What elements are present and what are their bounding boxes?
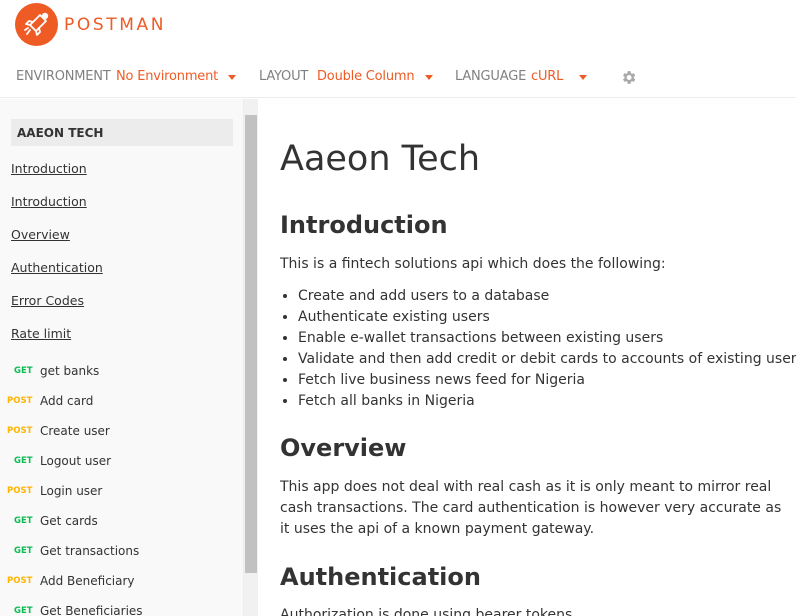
- method-badge: POST: [7, 576, 33, 586]
- chevron-down-icon[interactable]: [579, 75, 587, 80]
- list-item: Authenticate existing users: [298, 307, 796, 328]
- sidebar-link-error-codes[interactable]: Error Codes: [11, 293, 84, 308]
- language-select[interactable]: cURL: [531, 69, 563, 84]
- layout-select[interactable]: Double Column: [317, 69, 415, 84]
- sidebar: AAEON TECH Introduction Introduction Ove…: [0, 99, 244, 616]
- toolbar: ENVIRONMENT No Environment LAYOUT Double…: [0, 69, 796, 87]
- section-heading-authentication: Authentication: [280, 563, 481, 591]
- list-item: Fetch live business news feed for Nigeri…: [298, 370, 796, 391]
- request-name: Get transactions: [40, 544, 140, 558]
- environment-label: ENVIRONMENT: [16, 69, 111, 84]
- request-name: Get Beneficiaries: [40, 604, 143, 616]
- list-item: Enable e-wallet transactions between exi…: [298, 328, 796, 349]
- method-badge: GET: [14, 366, 33, 376]
- sidebar-link-introduction-2[interactable]: Introduction: [11, 194, 87, 209]
- list-item: Create and add users to a database: [298, 286, 796, 307]
- collection-title[interactable]: AAEON TECH: [11, 119, 233, 146]
- section-heading-overview: Overview: [280, 434, 407, 462]
- method-badge: POST: [7, 426, 33, 436]
- method-badge: GET: [14, 606, 33, 616]
- overview-text: This app does not deal with real cash as…: [280, 479, 782, 537]
- sidebar-link-rate-limit[interactable]: Rate limit: [11, 326, 71, 341]
- scrollbar-thumb[interactable]: [245, 115, 257, 573]
- documentation-panel: Aaeon Tech Introduction This is a fintec…: [258, 99, 796, 616]
- section-heading-introduction: Introduction: [280, 211, 448, 239]
- sidebar-link-overview[interactable]: Overview: [11, 227, 70, 242]
- sidebar-scrollbar[interactable]: [244, 99, 258, 616]
- request-name: Add Beneficiary: [40, 574, 135, 588]
- method-badge: POST: [7, 396, 33, 406]
- request-name: Create user: [40, 424, 110, 438]
- list-item: Fetch all banks in Nigeria: [298, 391, 796, 412]
- chevron-down-icon[interactable]: [425, 75, 433, 80]
- request-name: Add card: [40, 394, 94, 408]
- environment-select[interactable]: No Environment: [116, 69, 218, 84]
- request-name: get banks: [40, 364, 100, 378]
- method-badge: GET: [14, 516, 33, 526]
- introduction-text: This is a fintech solutions api which do…: [280, 256, 666, 272]
- top-header: POSTMAN ENVIRONMENT No Environment LAYOU…: [0, 0, 796, 98]
- sidebar-link-introduction[interactable]: Introduction: [11, 161, 87, 176]
- method-badge: GET: [14, 546, 33, 556]
- chevron-down-icon[interactable]: [228, 75, 236, 80]
- postman-logo[interactable]: POSTMAN: [15, 3, 166, 46]
- sidebar-link-authentication[interactable]: Authentication: [11, 260, 103, 275]
- feature-list: Create and add users to a database Authe…: [298, 286, 796, 412]
- brand-name: POSTMAN: [64, 14, 167, 35]
- request-name: Login user: [40, 484, 103, 498]
- authentication-text: Authorization is done using bearer token…: [280, 607, 573, 616]
- page-title: Aaeon Tech: [280, 139, 481, 179]
- request-name: Logout user: [40, 454, 112, 468]
- method-badge: GET: [14, 456, 33, 466]
- method-badge: POST: [7, 486, 33, 496]
- layout-label: LAYOUT: [259, 69, 309, 84]
- request-name: Get cards: [40, 514, 98, 528]
- rocket-icon: [15, 3, 58, 46]
- language-label: LANGUAGE: [455, 69, 527, 84]
- list-item: Validate and then add credit or debit ca…: [298, 349, 796, 370]
- gear-icon[interactable]: [620, 69, 637, 86]
